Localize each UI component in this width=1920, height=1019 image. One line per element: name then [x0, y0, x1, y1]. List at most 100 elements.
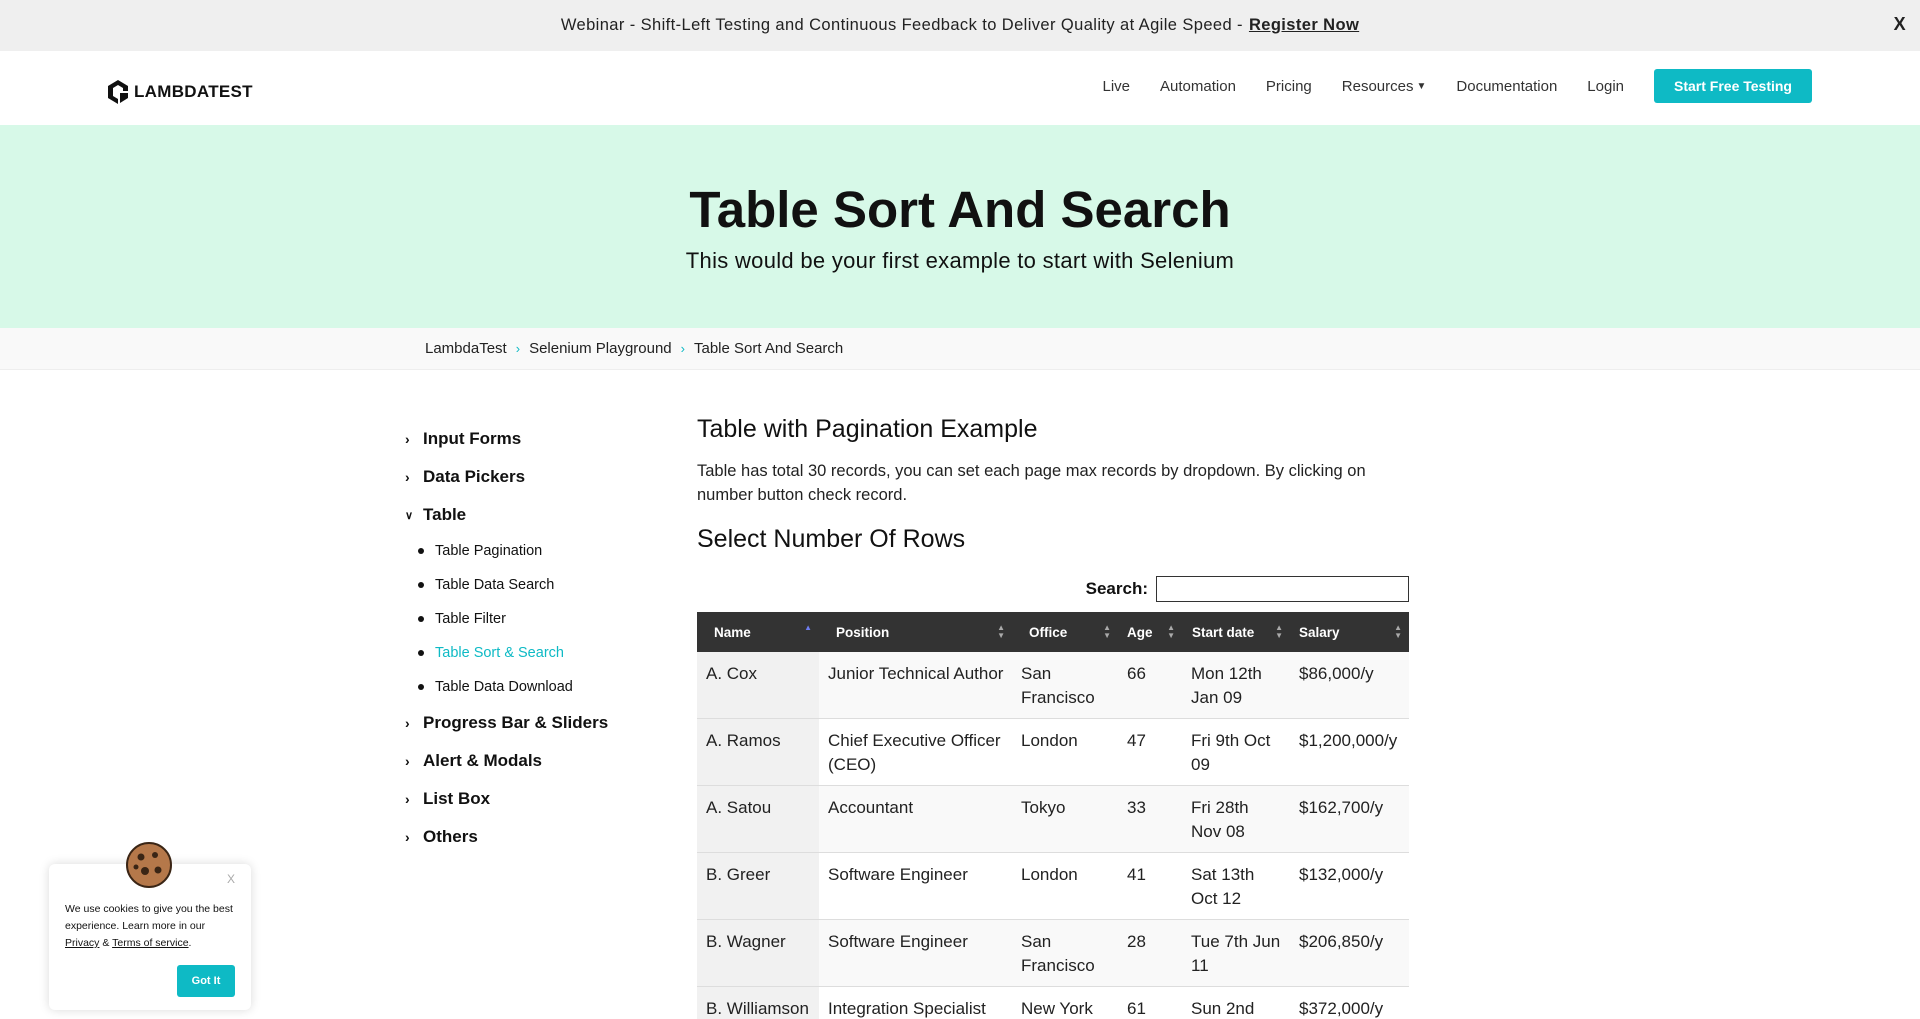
column-header-office[interactable]: Office ▲ ▼ — [1012, 612, 1118, 652]
table-row: B. Wagner Software Engineer San Francisc… — [697, 919, 1409, 987]
bullet-icon — [418, 650, 424, 656]
cell-name: A. Satou — [697, 785, 819, 853]
sidebar-subitem-label: Table Data Download — [435, 679, 573, 695]
cell-age: 66 — [1118, 652, 1182, 719]
main-menu: Live Automation Pricing Resources ▼ Docu… — [1073, 69, 1812, 103]
sidebar-item-data-pickers[interactable]: › Data Pickers — [405, 458, 645, 496]
data-table: Name ▲ Position ▲ ▼ Office ▲ ▼ Age ▲ ▼ Star… — [697, 612, 1409, 1019]
cell-office: Tokyo — [1012, 785, 1118, 853]
sidebar-subitem-label: Table Sort & Search — [435, 645, 564, 661]
register-now-link[interactable]: Register Now — [1249, 16, 1359, 35]
cell-position: Software Engineer — [819, 852, 1012, 920]
sidebar-item-others[interactable]: › Others — [405, 818, 645, 856]
main-content: Table with Pagination Example Table has … — [697, 415, 1409, 1019]
start-free-testing-button[interactable]: Start Free Testing — [1654, 69, 1812, 103]
cell-office: San Francisco — [1012, 652, 1118, 719]
cookie-text: We use cookies to give you the best expe… — [65, 903, 233, 932]
announcement-banner: Webinar - Shift-Left Testing and Continu… — [0, 0, 1920, 51]
breadcrumb-selenium-playground[interactable]: Selenium Playground — [529, 340, 672, 357]
cell-age: 41 — [1118, 852, 1182, 920]
cell-office: New York — [1012, 986, 1118, 1019]
sidebar-item-alert-modals[interactable]: › Alert & Modals — [405, 742, 645, 780]
column-header-label: Name — [714, 624, 751, 640]
section-description: Table has total 30 records, you can set … — [697, 462, 1366, 504]
cell-salary: $86,000/y — [1290, 652, 1409, 719]
sidebar-item-label: Others — [423, 827, 478, 846]
column-header-name[interactable]: Name ▲ — [697, 612, 819, 652]
chevron-down-icon: ∨ — [405, 509, 414, 522]
sidebar-item-label: Progress Bar & Sliders — [423, 713, 609, 732]
bullet-icon — [418, 684, 424, 690]
cell-position: Chief Executive Officer (CEO) — [819, 718, 1012, 786]
cell-salary: $132,000/y — [1290, 852, 1409, 920]
banner-text: Webinar - Shift-Left Testing and Continu… — [560, 16, 1243, 34]
banner-close-button[interactable]: X — [1894, 14, 1906, 35]
sidebar-subitem-table-data-download[interactable]: Table Data Download — [405, 670, 645, 704]
column-header-label: Start date — [1192, 624, 1255, 640]
sidebar-subitem-table-pagination[interactable]: Table Pagination — [405, 534, 645, 568]
cell-start-date: Fri 9th Oct 09 — [1182, 718, 1290, 786]
cell-start-date: Mon 12th Jan 09 — [1182, 652, 1290, 719]
sort-icon: ▲ ▼ — [1275, 623, 1283, 640]
nav-login[interactable]: Login — [1587, 78, 1624, 95]
privacy-link[interactable]: Privacy — [65, 937, 99, 949]
column-header-salary[interactable]: Salary ▲ ▼ — [1290, 612, 1409, 652]
sidebar-subitem-label: Table Filter — [435, 611, 506, 627]
search-label: Search: — [1085, 579, 1148, 598]
cell-start-date: Sat 13th Oct 12 — [1182, 852, 1290, 920]
nav-resources[interactable]: Resources ▼ — [1342, 78, 1427, 95]
table-row: A. Ramos Chief Executive Officer (CEO) L… — [697, 718, 1409, 786]
nav-live[interactable]: Live — [1103, 78, 1131, 95]
cookie-period: . — [188, 937, 192, 949]
cell-salary: $206,850/y — [1290, 919, 1409, 987]
got-it-button[interactable]: Got It — [177, 965, 235, 997]
lambdatest-logo-icon — [108, 80, 128, 104]
column-header-start-date[interactable]: Start date ▲ ▼ — [1182, 612, 1290, 652]
search-input[interactable] — [1156, 576, 1409, 602]
table-row: B. Williamson Integration Specialist New… — [697, 986, 1409, 1019]
nav-automation[interactable]: Automation — [1160, 78, 1236, 95]
table-row: A. Satou Accountant Tokyo 33 Fri 28th No… — [697, 785, 1409, 853]
page-subtitle: This would be your first example to star… — [685, 248, 1235, 273]
sidebar-item-label: Table — [423, 505, 467, 524]
cell-office: London — [1012, 718, 1118, 786]
sort-ascending-icon: ▲ — [804, 623, 812, 632]
sidebar-subitem-table-filter[interactable]: Table Filter — [405, 602, 645, 636]
sidebar: › Input Forms › Data Pickers ∨ Table Tab… — [405, 420, 645, 856]
search-row: Search: — [697, 575, 1409, 603]
sidebar-item-label: Input Forms — [423, 429, 522, 448]
chevron-right-icon: › — [405, 829, 410, 845]
column-header-position[interactable]: Position ▲ ▼ — [819, 612, 1012, 652]
cell-position: Accountant — [819, 785, 1012, 853]
breadcrumb-current: Table Sort And Search — [694, 340, 844, 357]
sort-icon: ▲ ▼ — [1394, 623, 1402, 640]
cookie-consent-popup: X We use cookies to give you the best ex… — [49, 842, 251, 1010]
chevron-right-icon: › — [405, 715, 410, 731]
nav-documentation[interactable]: Documentation — [1456, 78, 1557, 95]
terms-link[interactable]: Terms of service — [112, 937, 188, 949]
cell-salary: $1,200,000/y — [1290, 718, 1409, 786]
cell-name: B. Wagner — [697, 919, 819, 987]
sidebar-item-input-forms[interactable]: › Input Forms — [405, 420, 645, 458]
column-header-age[interactable]: Age ▲ ▼ — [1118, 612, 1182, 652]
hero-section: Table Sort And Search This would be your… — [0, 125, 1920, 328]
cell-start-date: Fri 28th Nov 08 — [1182, 785, 1290, 853]
top-navbar: LAMBDATEST Live Automation Pricing Resou… — [0, 51, 1920, 125]
table-row: B. Greer Software Engineer London 41 Sat… — [697, 852, 1409, 920]
sidebar-subitem-table-data-search[interactable]: Table Data Search — [405, 568, 645, 602]
lambdatest-logo[interactable]: LAMBDATEST — [106, 79, 253, 105]
table-header-row: Name ▲ Position ▲ ▼ Office ▲ ▼ Age ▲ ▼ Star… — [697, 612, 1409, 652]
cell-start-date: Tue 7th Jun 11 — [1182, 919, 1290, 987]
rows-heading: Select Number Of Rows — [697, 525, 966, 553]
cookie-close-button[interactable]: X — [227, 872, 235, 886]
sidebar-subitem-table-sort-search[interactable]: Table Sort & Search — [405, 636, 645, 670]
sidebar-item-table[interactable]: ∨ Table — [405, 496, 645, 534]
cell-position: Software Engineer — [819, 919, 1012, 987]
cookie-icon — [126, 842, 172, 888]
bullet-icon — [418, 616, 424, 622]
column-header-label: Salary — [1299, 624, 1340, 640]
nav-pricing[interactable]: Pricing — [1266, 78, 1312, 95]
sidebar-item-list-box[interactable]: › List Box — [405, 780, 645, 818]
breadcrumb-lambdatest[interactable]: LambdaTest — [425, 340, 507, 357]
sidebar-item-progress-bar-sliders[interactable]: › Progress Bar & Sliders — [405, 704, 645, 742]
